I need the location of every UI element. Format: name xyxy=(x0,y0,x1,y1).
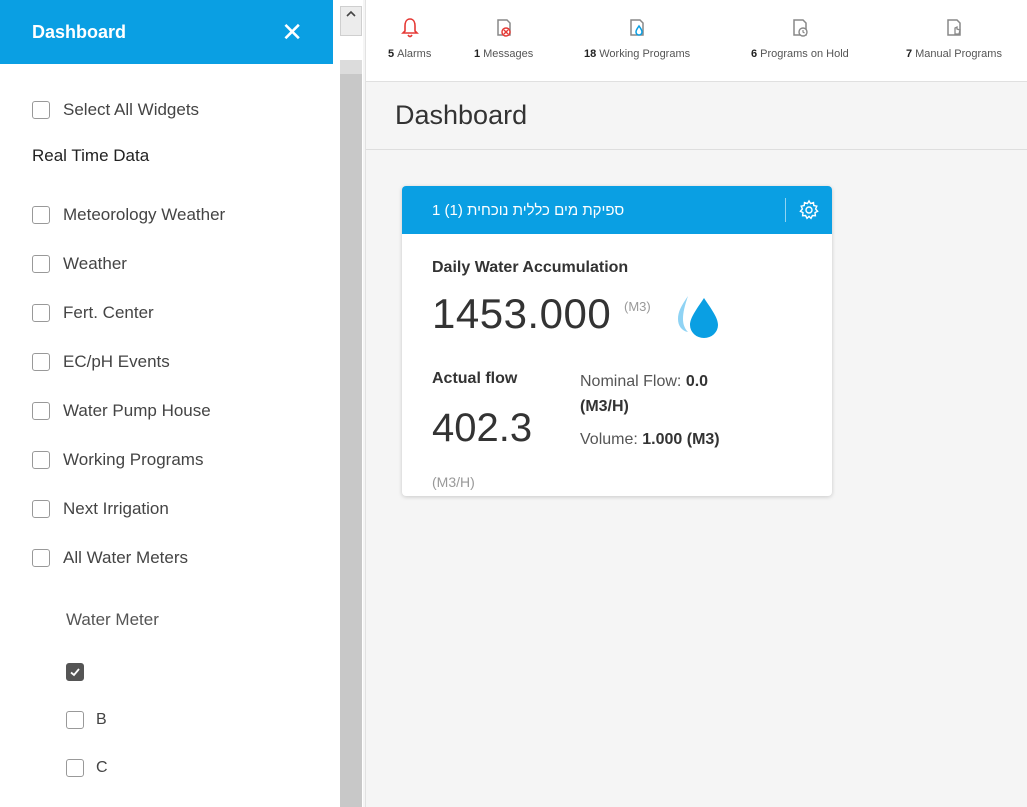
nominal-flow: Nominal Flow: 0.0 (M3/H) xyxy=(580,370,780,420)
sidebar-list: Select All Widgets Real Time Data Meteor… xyxy=(0,64,333,792)
widget-title: ספיקת מים כללית נוכחית (1) 1 xyxy=(432,201,625,219)
actual-flow-unit: (M3/H) xyxy=(432,474,475,490)
sidebar-scrollbar[interactable] xyxy=(333,0,363,807)
volume-label: Volume: xyxy=(580,431,638,448)
volume: Volume: 1.000 (M3) xyxy=(580,431,720,449)
widget-option-item[interactable]: Water Pump House xyxy=(0,386,333,435)
widget-header-divider xyxy=(785,198,786,222)
manual-programs-status[interactable]: 7 Manual Programs xyxy=(906,14,1002,60)
widget-option-item[interactable]: Working Programs xyxy=(0,435,333,484)
widget-option-label: Working Programs xyxy=(63,449,204,469)
widget-option-label: Weather xyxy=(63,253,127,273)
widget-sidebar: Dashboard ✕ Select All Widgets Real Time… xyxy=(0,0,333,807)
status-bar: 5 Alarms 1 Messages 18 Working Programs 6 Pr… xyxy=(366,0,1027,82)
actual-flow-label: Actual flow xyxy=(432,370,518,387)
widget-option-label: EC/pH Events xyxy=(63,351,170,371)
widget-header: ספיקת מים כללית נוכחית (1) 1 xyxy=(402,186,832,234)
sidebar-header: Dashboard ✕ xyxy=(0,0,333,64)
widget-option-label: All Water Meters xyxy=(63,547,189,567)
checkmark-icon xyxy=(70,668,80,677)
water-meter-list: BC xyxy=(0,648,333,792)
gear-icon[interactable] xyxy=(798,199,820,221)
checkbox[interactable] xyxy=(32,352,50,371)
scroll-up-button[interactable] xyxy=(340,6,362,36)
nominal-flow-value: 0.0 xyxy=(685,373,709,390)
daily-accumulation-label: Daily Water Accumulation xyxy=(432,259,629,276)
select-all-widgets[interactable]: Select All Widgets xyxy=(0,86,333,134)
nominal-flow-unit: (M3/H) xyxy=(580,397,629,415)
checkbox[interactable] xyxy=(32,450,50,469)
checkbox[interactable] xyxy=(32,401,50,420)
sidebar-title: Dashboard xyxy=(32,21,127,42)
widget-option-item[interactable]: All Water Meters xyxy=(0,533,333,582)
program-drop-icon xyxy=(627,14,647,42)
widget-options-list: Meteorology Weather Weather Fert. Center EC… xyxy=(0,190,333,582)
section-title: Real Time Data xyxy=(32,146,150,165)
widget-option-item[interactable]: EC/pH Events xyxy=(0,337,333,386)
page-title: Dashboard xyxy=(395,100,528,130)
water-meter-item[interactable] xyxy=(0,648,333,696)
page-title-bar: Dashboard xyxy=(366,82,1027,150)
programs-on-hold-status[interactable]: 6 Programs on Hold xyxy=(751,14,849,60)
daily-accumulation-unit: (M3) xyxy=(624,299,651,314)
daily-accumulation-value: 1453.000 xyxy=(432,290,612,337)
widget-option-item[interactable]: Fert. Center xyxy=(0,288,333,337)
nominal-flow-label: Nominal Flow: xyxy=(580,373,682,390)
water-meter-label: C xyxy=(96,759,108,776)
alarms-status[interactable]: 5 Alarms xyxy=(388,14,431,60)
checkbox[interactable] xyxy=(32,101,50,119)
widget-option-item[interactable]: Meteorology Weather xyxy=(0,190,333,239)
select-all-label: Select All Widgets xyxy=(63,100,200,119)
checkbox[interactable] xyxy=(66,759,84,777)
widget-option-label: Fert. Center xyxy=(63,302,154,322)
water-meter-widget: ספיקת מים כללית נוכחית (1) 1 Daily Water… xyxy=(402,186,832,496)
messages-status[interactable]: 1 Messages xyxy=(474,14,533,60)
checkbox[interactable] xyxy=(32,205,50,224)
checkbox-checked[interactable] xyxy=(66,663,84,681)
scroll-thumb[interactable] xyxy=(340,74,362,807)
widget-option-label: Meteorology Weather xyxy=(63,204,226,224)
checkbox[interactable] xyxy=(32,548,50,567)
widget-option-label: Water Pump House xyxy=(63,400,211,420)
close-icon[interactable]: ✕ xyxy=(281,19,303,45)
checkbox[interactable] xyxy=(32,303,50,322)
main-content: 5 Alarms 1 Messages 18 Working Programs 6 Pr… xyxy=(365,0,1027,807)
checkbox[interactable] xyxy=(32,499,50,518)
message-cancel-icon xyxy=(494,14,514,42)
water-meter-label: B xyxy=(96,711,107,728)
widget-option-item[interactable]: Weather xyxy=(0,239,333,288)
widget-option-item[interactable]: Next Irrigation xyxy=(0,484,333,533)
actual-flow-value: 402.3 xyxy=(432,406,533,450)
water-drops-icon xyxy=(670,290,722,340)
water-meter-title: Water Meter xyxy=(66,610,159,629)
widget-option-label: Next Irrigation xyxy=(63,498,169,518)
working-programs-status[interactable]: 18 Working Programs xyxy=(584,14,690,60)
volume-value: 1.000 (M3) xyxy=(642,431,720,448)
water-meter-item[interactable]: C xyxy=(0,744,333,792)
water-meter-item[interactable]: B xyxy=(0,696,333,744)
program-hand-icon xyxy=(944,14,964,42)
checkbox[interactable] xyxy=(32,254,50,273)
program-clock-icon xyxy=(790,14,810,42)
bell-icon xyxy=(400,14,419,42)
checkbox[interactable] xyxy=(66,711,84,729)
chevron-up-icon xyxy=(346,10,356,17)
